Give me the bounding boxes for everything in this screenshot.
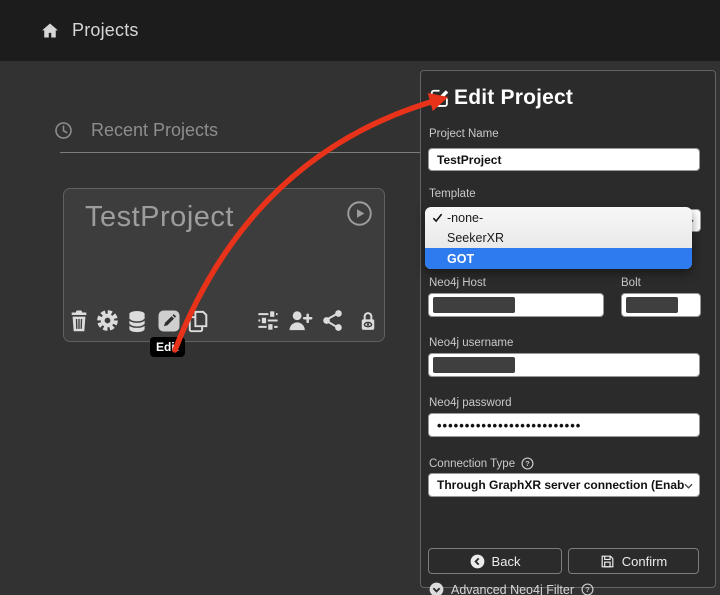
edit-project-panel: Edit Project Project Name Template -none…: [420, 70, 716, 595]
project-card[interactable]: TestProject: [63, 188, 385, 342]
edit-icon[interactable]: [157, 309, 181, 333]
svg-text:?: ?: [525, 459, 530, 468]
template-option-got[interactable]: GOT: [425, 248, 692, 269]
sliders-icon[interactable]: [257, 309, 281, 333]
host-redaction: [433, 297, 515, 313]
checkmark-icon: [432, 213, 443, 223]
chevron-down-icon: [684, 483, 693, 489]
panel-title-row: Edit Project: [429, 86, 573, 110]
question-circle-icon[interactable]: ?: [581, 583, 594, 595]
neo4j-password-label: Neo4j password: [429, 397, 512, 409]
advanced-filter-label: Advanced Neo4j Filter: [451, 582, 574, 595]
gear-icon[interactable]: [96, 309, 120, 333]
bolt-redaction: [626, 297, 678, 313]
project-name-input[interactable]: [428, 148, 700, 171]
home-icon[interactable]: [40, 21, 60, 41]
app-screen: Projects Recent Projects TestProject Edi…: [0, 0, 720, 595]
section-title: Recent Projects: [91, 120, 219, 140]
lock-eye-icon[interactable]: [358, 309, 382, 333]
project-card-title: TestProject: [85, 201, 234, 233]
clock-icon: [54, 121, 73, 140]
neo4j-host-label: Neo4j Host: [429, 277, 486, 289]
project-name-label: Project Name: [429, 128, 499, 140]
neo4j-username-label: Neo4j username: [429, 337, 514, 349]
connection-type-label: Connection Type: [429, 457, 516, 470]
template-option-seekerxr[interactable]: SeekerXR: [425, 228, 692, 248]
template-label: Template: [429, 188, 476, 200]
connection-type-value: Through GraphXR server connection (Enabl…: [437, 478, 684, 492]
connection-type-select[interactable]: Through GraphXR server connection (Enabl…: [428, 473, 700, 497]
trash-icon[interactable]: [68, 309, 92, 333]
connection-type-label-row: Connection Type ?: [429, 457, 534, 470]
edit-tooltip: Edit: [150, 337, 185, 357]
database-icon[interactable]: [126, 309, 150, 333]
user-plus-icon[interactable]: [288, 309, 313, 333]
username-redaction: [433, 357, 515, 373]
neo4j-password-input[interactable]: ••••••••••••••••••••••••••: [428, 413, 700, 437]
template-option-none[interactable]: -none-: [425, 208, 692, 228]
circle-chevron-left-icon: [470, 554, 485, 569]
panel-title: Edit Project: [454, 86, 574, 109]
template-dropdown-menu: -none- SeekerXR GOT: [425, 207, 692, 269]
play-circle-icon[interactable]: [346, 200, 373, 227]
bolt-label: Bolt: [621, 277, 641, 289]
chevron-circle-down-icon: [429, 582, 444, 595]
advanced-filter-toggle[interactable]: Advanced Neo4j Filter ?: [429, 582, 594, 595]
section-divider: [60, 152, 420, 153]
confirm-button[interactable]: Confirm: [568, 548, 699, 574]
page-title[interactable]: Projects: [72, 20, 139, 41]
copy-icon[interactable]: [186, 309, 210, 333]
pen-square-icon: [429, 87, 451, 109]
save-icon: [600, 554, 615, 569]
back-button[interactable]: Back: [428, 548, 562, 574]
share-icon[interactable]: [322, 309, 346, 333]
svg-text:?: ?: [585, 585, 590, 594]
question-circle-icon[interactable]: ?: [521, 457, 534, 470]
top-navbar: Projects: [0, 0, 720, 61]
recent-projects-header: Recent Projects: [54, 120, 218, 141]
